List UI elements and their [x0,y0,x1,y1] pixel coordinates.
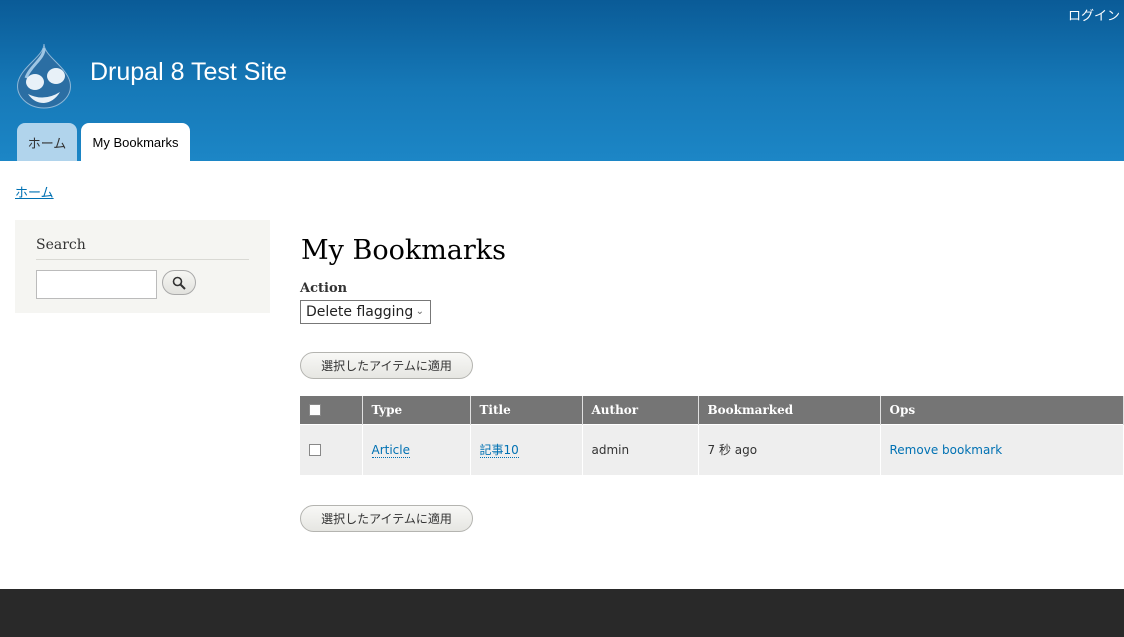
author-cell: admin [582,423,699,475]
sidebar-search-block: Search [15,220,270,313]
search-block-title: Search [36,237,249,260]
apply-button-bottom[interactable]: 選択したアイテムに適用 [300,505,473,532]
column-header-bookmarked[interactable]: Bookmarked [698,396,881,424]
row-select-cell [300,423,363,475]
tab-my-bookmarks[interactable]: My Bookmarks [81,123,190,161]
search-input[interactable] [36,270,157,299]
breadcrumb-home-link[interactable]: ホーム [15,182,54,201]
action-select[interactable]: Delete flagging ⌄ [300,300,431,324]
select-all-header [300,396,363,424]
site-name[interactable]: Drupal 8 Test Site [90,58,287,87]
column-header-type[interactable]: Type [362,396,471,424]
tab-home[interactable]: ホーム [17,123,77,161]
remove-bookmark-link[interactable]: Remove bookmark [890,443,1003,457]
select-all-checkbox[interactable] [309,404,321,417]
column-header-author[interactable]: Author [582,396,699,424]
action-label: Action [300,281,348,296]
type-link[interactable]: Article [371,442,410,458]
row-checkbox[interactable] [309,444,321,457]
table-row: Article 記事10 admin 7 秒 ago Remove bookma… [300,423,1124,475]
bookmarked-cell: 7 秒 ago [698,423,881,475]
site-header: ログイン Drupal 8 Test Site ホーム My Bookmarks [0,0,1124,161]
ops-cell: Remove bookmark [880,423,1124,475]
title-link[interactable]: 記事10 [479,443,519,459]
page-title: My Bookmarks [301,235,507,266]
title-cell: 記事10 [470,423,583,475]
bookmarks-table: Type Title Author Bookmarked Ops Article… [300,396,1124,475]
search-button[interactable] [162,270,196,295]
type-cell: Article [362,423,471,475]
drupal-drop-logo-icon[interactable] [14,42,74,110]
site-footer [0,589,1124,637]
login-link[interactable]: ログイン [1068,5,1120,24]
table-header-row: Type Title Author Bookmarked Ops [300,396,1124,424]
search-icon [172,276,186,290]
column-header-title[interactable]: Title [470,396,583,424]
column-header-ops: Ops [880,396,1124,424]
action-select-value: Delete flagging [306,304,414,320]
apply-button-top[interactable]: 選択したアイテムに適用 [300,352,473,379]
chevron-down-icon: ⌄ [415,306,424,317]
